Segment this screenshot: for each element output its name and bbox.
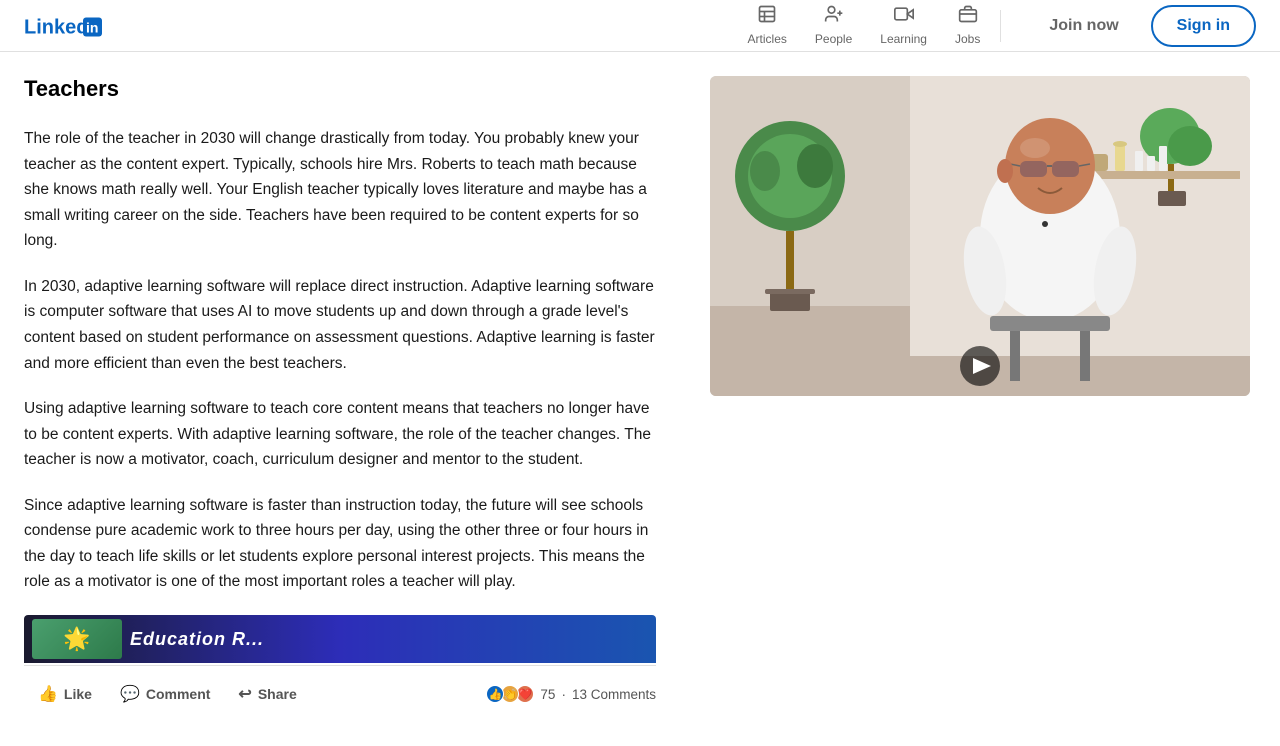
sign-in-button[interactable]: Sign in (1151, 5, 1256, 47)
learning-icon (894, 4, 914, 30)
people-label: People (815, 32, 852, 46)
nav-articles[interactable]: Articles (736, 0, 799, 52)
main-nav: Articles People Learning (736, 0, 993, 52)
like-button[interactable]: 👍 Like (24, 676, 106, 712)
paragraph-4: Since adaptive learning software is fast… (24, 493, 656, 595)
video-thumbnail[interactable] (710, 76, 1250, 396)
action-bar: 👍 Like 💬 Comment ↩ Share 👍 👏 ❤️ 75 · 13 … (24, 665, 656, 722)
article-title: Teachers (24, 76, 656, 102)
separator: · (561, 687, 566, 702)
nav-auth-divider (1000, 10, 1001, 42)
reaction-icons: 👍 👏 ❤️ (489, 685, 534, 703)
reaction-summary: 👍 👏 ❤️ 75 · 13 Comments (489, 685, 656, 703)
like-icon: 👍 (38, 684, 58, 704)
learning-label: Learning (880, 32, 927, 46)
header: Linked in Articles (0, 0, 1280, 52)
like-label: Like (64, 686, 92, 702)
heart-reaction-icon: ❤️ (516, 685, 534, 703)
preview-title-text: Education R... (130, 629, 264, 650)
paragraph-1: The role of the teacher in 2030 will cha… (24, 126, 656, 254)
people-icon (824, 4, 844, 30)
nav-people[interactable]: People (803, 0, 864, 52)
right-column (680, 76, 1280, 722)
like-reaction-icon: 👍 (486, 685, 504, 703)
reaction-count: 75 (540, 687, 555, 702)
paragraph-2: In 2030, adaptive learning software will… (24, 274, 656, 376)
comment-label: Comment (146, 686, 211, 702)
jobs-icon (958, 4, 978, 30)
comments-count: 13 Comments (572, 687, 656, 702)
article-content: Teachers The role of the teacher in 2030… (0, 76, 680, 722)
join-now-button[interactable]: Join now (1025, 7, 1142, 45)
svg-text:in: in (86, 19, 98, 35)
comment-icon: 💬 (120, 684, 140, 704)
paragraph-3: Using adaptive learning software to teac… (24, 396, 656, 473)
comment-button[interactable]: 💬 Comment (106, 676, 224, 712)
articles-icon (757, 4, 777, 30)
nav-learning[interactable]: Learning (868, 0, 939, 52)
linkedin-logo[interactable]: Linked in (24, 10, 108, 42)
video-scene-svg (710, 76, 1250, 396)
share-button[interactable]: ↩ Share (224, 676, 310, 712)
share-label: Share (258, 686, 297, 702)
main-container: Teachers The role of the teacher in 2030… (0, 52, 1280, 746)
nav-jobs[interactable]: Jobs (943, 0, 992, 52)
auth-buttons: Join now Sign in (1025, 5, 1256, 47)
jobs-label: Jobs (955, 32, 980, 46)
embedded-video-preview[interactable]: 🌟 Education R... (24, 615, 656, 663)
svg-text:Linked: Linked (24, 16, 88, 38)
clap-reaction-icon: 👏 (501, 685, 519, 703)
preview-thumbnail-left: 🌟 (32, 619, 122, 659)
articles-label: Articles (748, 32, 787, 46)
share-icon: ↩ (238, 684, 251, 704)
